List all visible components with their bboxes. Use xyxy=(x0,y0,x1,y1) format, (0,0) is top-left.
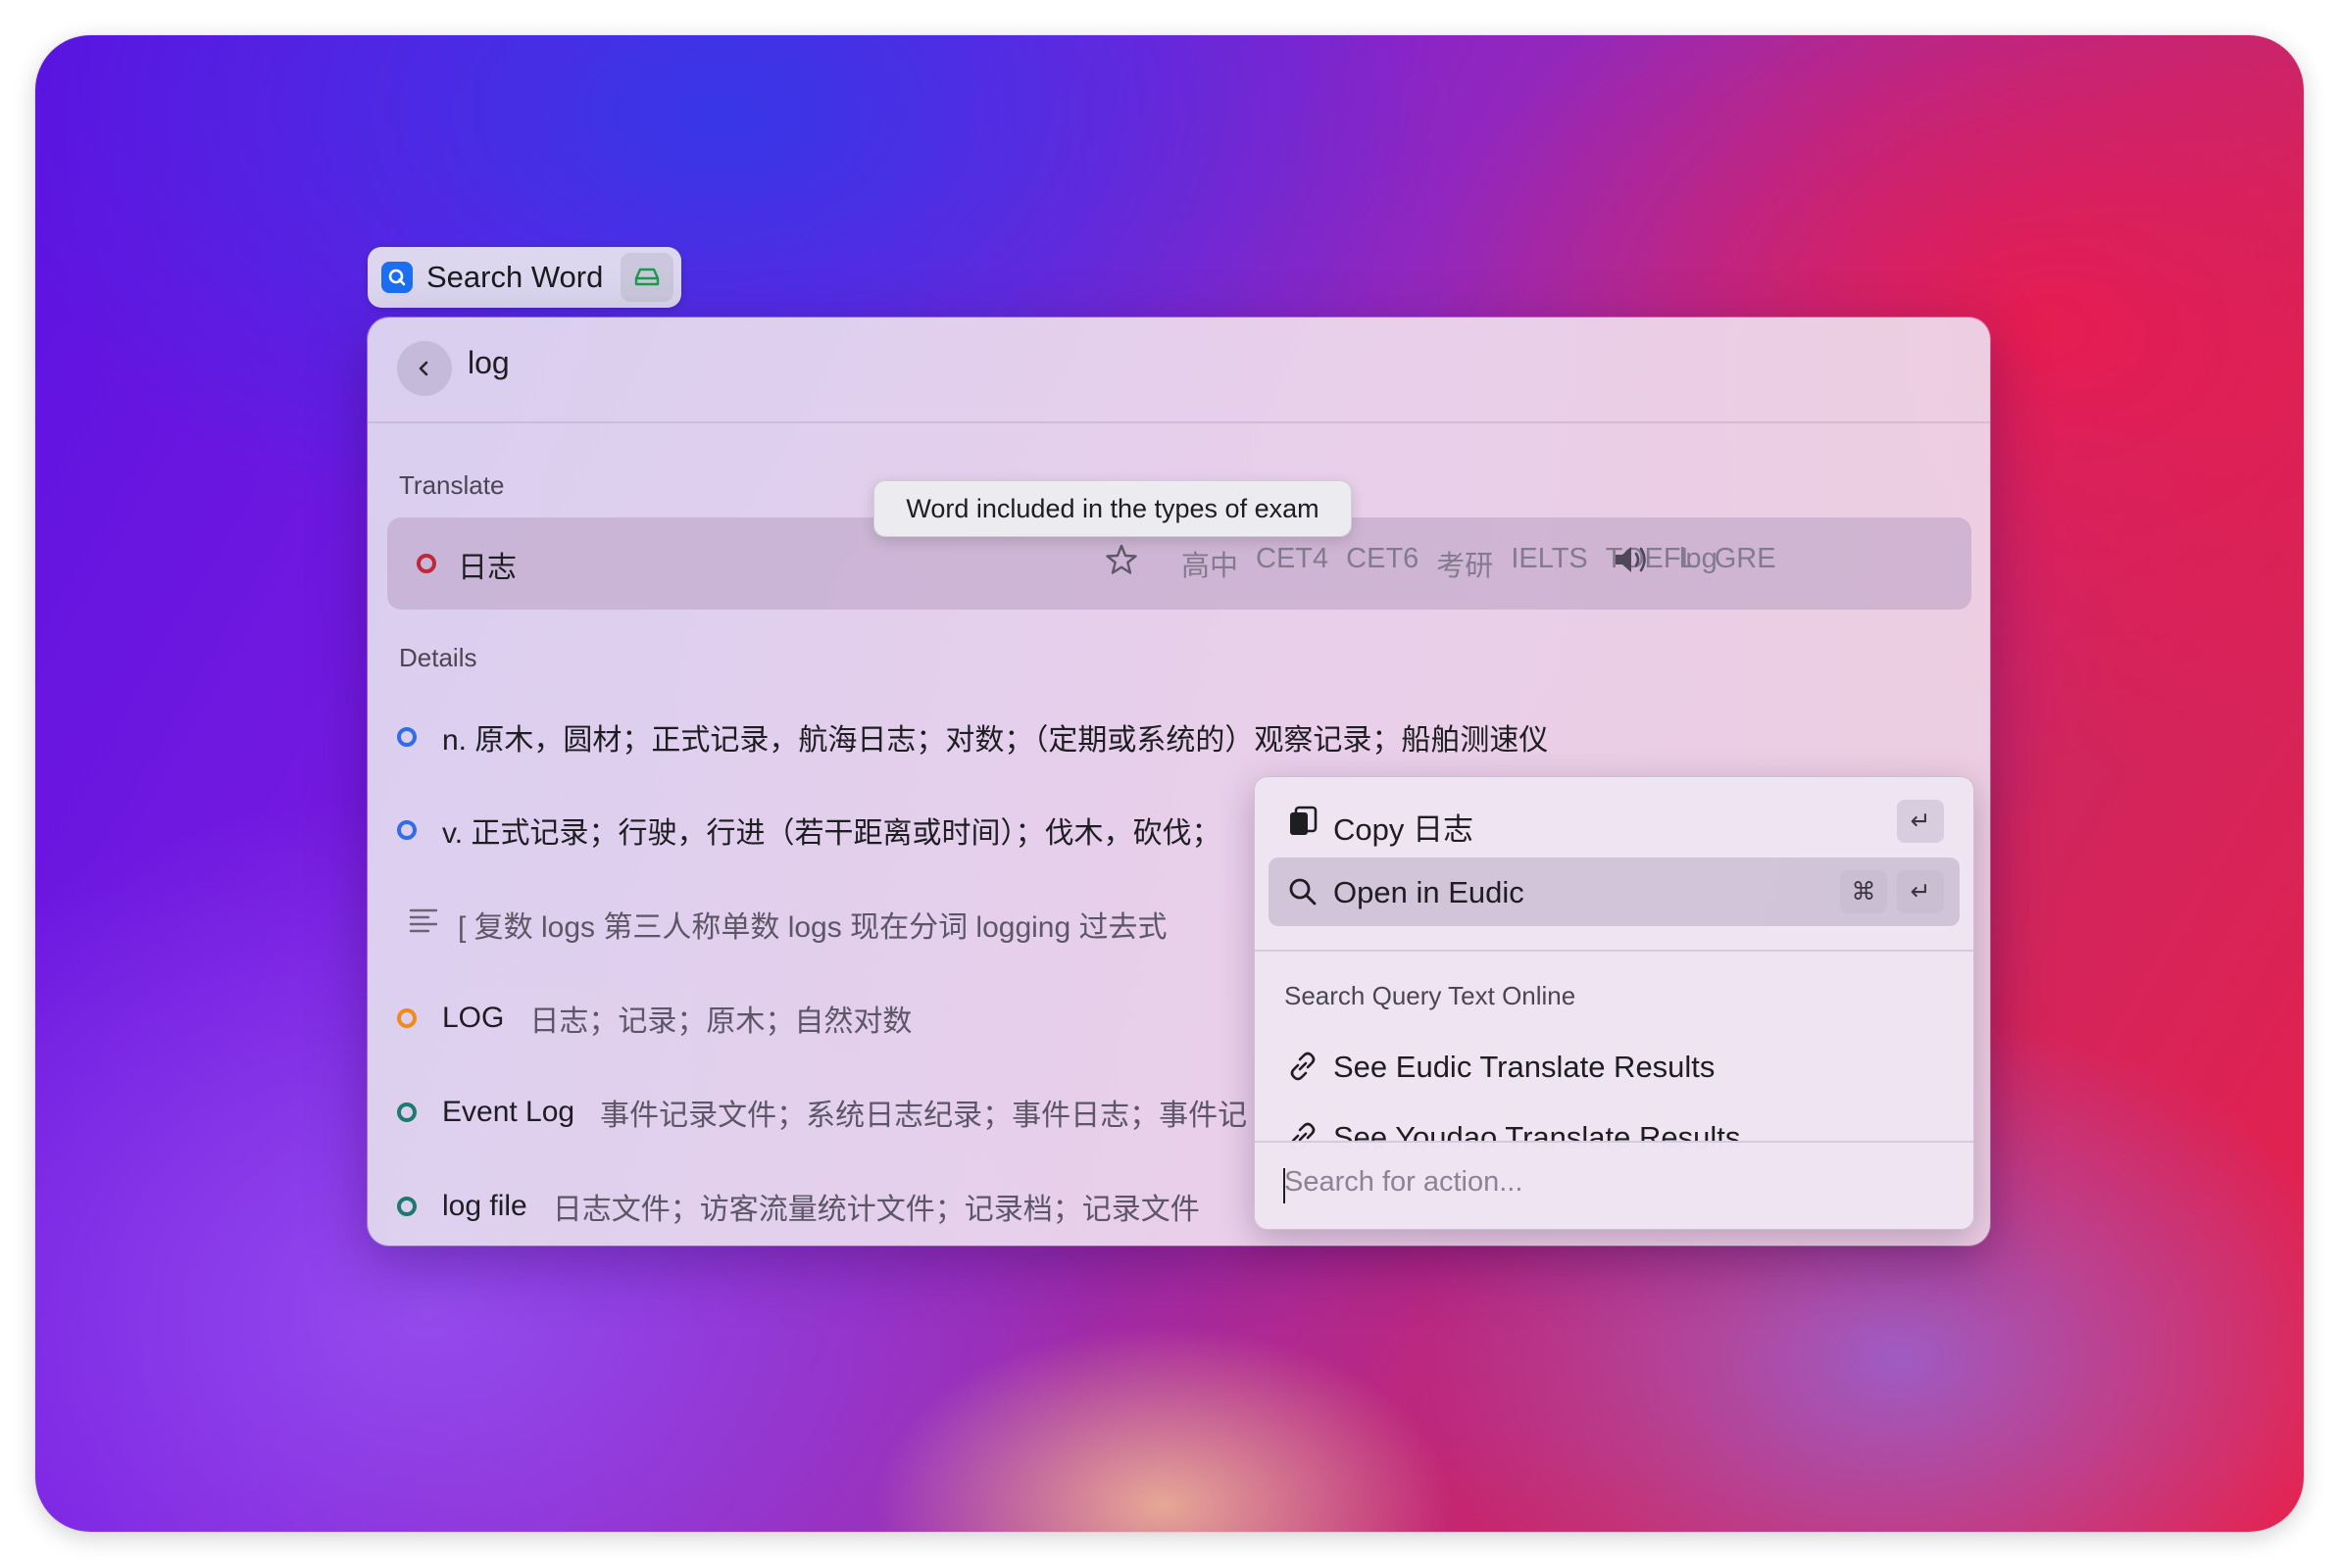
translate-result-text: 日志 xyxy=(458,552,517,584)
circle-icon xyxy=(397,727,417,747)
detail-title: log file xyxy=(442,1190,527,1222)
detail-row[interactable]: v. 正式记录；行驶，行进（若干距离或时间）；伐木，砍伐； xyxy=(397,806,1220,855)
app-search-icon xyxy=(381,262,413,293)
detail-subtitle: 日志文件；访客流量统计文件；记录档；记录文件 xyxy=(552,1194,1200,1226)
exam-tag: CET6 xyxy=(1346,543,1419,574)
command-title-pill: Search Word xyxy=(368,247,681,308)
eudic-online-action[interactable]: See Eudic Translate Results xyxy=(1269,1032,1960,1101)
detail-row[interactable]: n. 原木，圆材；正式记录，航海日志；对数；（定期或系统的）观察记录；船舶测速仪 xyxy=(397,712,1548,761)
circle-icon xyxy=(397,1197,417,1216)
search-input[interactable] xyxy=(468,345,1056,381)
detail-title: v. 正式记录；行驶，行进（若干距离或时间）；伐木，砍伐； xyxy=(442,817,1221,850)
detail-row[interactable]: log file 日志文件；访客流量统计文件；记录档；记录文件 xyxy=(397,1182,1200,1231)
enter-key-icon: ↵ xyxy=(1897,800,1944,843)
exam-types-tooltip: Word included in the types of exam xyxy=(873,480,1352,537)
link-icon xyxy=(1286,1050,1319,1091)
star-icon[interactable] xyxy=(1105,543,1138,581)
detail-row[interactable]: [ 复数 logs 第三人称单数 logs 现在分词 logging 过去式 xyxy=(409,900,1168,949)
detail-title: Event Log xyxy=(442,1096,575,1128)
exam-tag: CET4 xyxy=(1256,543,1329,574)
details-section-title: Details xyxy=(399,643,477,672)
circle-icon xyxy=(417,554,436,573)
detail-title: [ 复数 logs 第三人称单数 logs 现在分词 logging 过去式 xyxy=(458,911,1168,944)
open-in-eudic-action[interactable]: Open in Eudic ⌘ ↵ xyxy=(1269,858,1960,926)
detail-row[interactable]: LOG 日志；记录；原木；自然对数 xyxy=(397,994,912,1043)
chevron-left-icon xyxy=(419,361,428,376)
eudic-online-label: See Eudic Translate Results xyxy=(1333,1050,1716,1084)
window-title: Search Word xyxy=(426,260,604,294)
detail-subtitle: 日志；记录；原木；自然对数 xyxy=(529,1005,913,1038)
open-in-eudic-label: Open in Eudic xyxy=(1333,875,1524,909)
action-search-input[interactable] xyxy=(1284,1166,1921,1199)
exam-tag: 考研 xyxy=(1436,551,1494,582)
circle-icon xyxy=(397,1008,417,1028)
online-section-title: Search Query Text Online xyxy=(1284,981,1576,1010)
exam-tag: GRE xyxy=(1714,543,1776,574)
translate-section-title: Translate xyxy=(399,470,505,500)
circle-icon xyxy=(397,1102,417,1122)
copy-action[interactable]: Copy 日志 ↵ xyxy=(1269,787,1960,856)
speaker-icon[interactable] xyxy=(1613,543,1652,581)
divider xyxy=(1255,950,1973,952)
detail-title: n. 原木，圆材；正式记录，航海日志；对数；（定期或系统的）观察记录；船舶测速仪 xyxy=(442,724,1549,757)
text-cursor xyxy=(1283,1168,1285,1203)
copy-icon xyxy=(1286,805,1319,846)
circle-icon xyxy=(397,820,417,840)
detail-row[interactable]: Event Log 事件记录文件；系统日志纪录；事件日志；事件记 xyxy=(397,1088,1247,1137)
detail-subtitle: 事件记录文件；系统日志纪录；事件日志；事件记 xyxy=(600,1100,1248,1132)
phonetic-text: lɒg xyxy=(1679,543,1717,574)
detail-title: LOG xyxy=(442,1002,505,1034)
exam-tag: 高中 xyxy=(1181,551,1239,582)
enter-key-icon: ↵ xyxy=(1897,870,1944,913)
command-key-icon: ⌘ xyxy=(1840,870,1887,913)
action-search-bar xyxy=(1255,1141,1973,1229)
back-button[interactable] xyxy=(397,341,452,396)
search-icon xyxy=(1286,875,1319,916)
copy-action-label: Copy 日志 xyxy=(1333,812,1473,847)
search-bar xyxy=(368,318,1990,423)
exam-tag: IELTS xyxy=(1511,543,1588,574)
text-lines-icon xyxy=(409,906,438,942)
action-panel: Copy 日志 ↵ Open in Eudic ⌘ ↵ Search Query… xyxy=(1254,776,1974,1230)
storage-icon[interactable] xyxy=(621,253,673,302)
